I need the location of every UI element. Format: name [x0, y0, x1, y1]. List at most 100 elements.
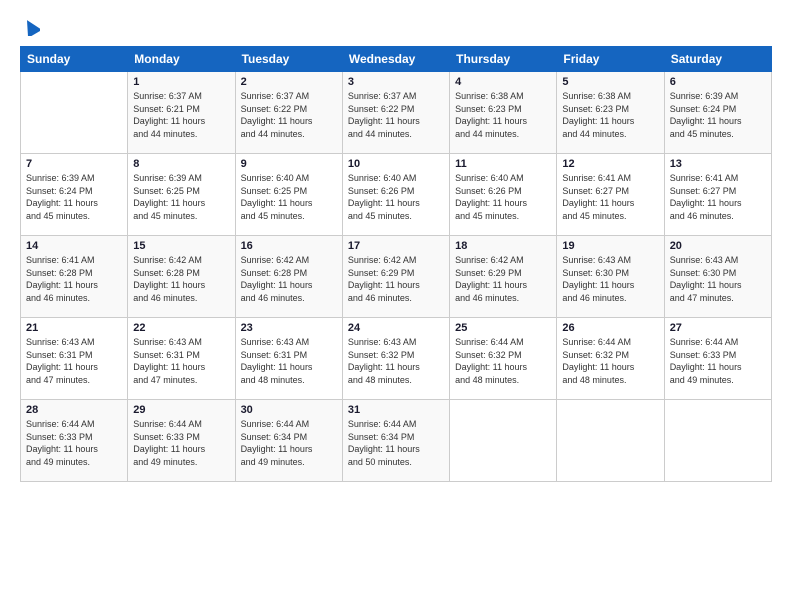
day-cell: 7 Sunrise: 6:39 AM Sunset: 6:24 PM Daylig…: [21, 154, 128, 236]
day-cell: 17 Sunrise: 6:42 AM Sunset: 6:29 PM Dayli…: [342, 236, 449, 318]
day-cell: 3 Sunrise: 6:37 AM Sunset: 6:22 PM Daylig…: [342, 72, 449, 154]
day-number: 19: [562, 240, 658, 252]
day-info: Sunrise: 6:42 AM Sunset: 6:29 PM Dayligh…: [455, 254, 551, 304]
day-info: Sunrise: 6:44 AM Sunset: 6:33 PM Dayligh…: [26, 418, 122, 468]
day-cell: 12Sunrise: 6:41 AM Sunset: 6:27 PM Dayli…: [557, 154, 664, 236]
day-cell: 19 Sunrise: 6:43 AM Sunset: 6:30 PM Dayli…: [557, 236, 664, 318]
weekday-monday: Monday: [128, 47, 235, 72]
day-info: Sunrise: 6:40 AM Sunset: 6:26 PM Dayligh…: [455, 172, 551, 222]
day-info: Sunrise: 6:43 AM Sunset: 6:31 PM Dayligh…: [133, 336, 229, 386]
day-info: Sunrise: 6:44 AM Sunset: 6:33 PM Dayligh…: [133, 418, 229, 468]
day-cell: 29 Sunrise: 6:44 AM Sunset: 6:33 PM Dayli…: [128, 400, 235, 482]
day-number: 18: [455, 240, 551, 252]
day-number: 8: [133, 158, 229, 170]
day-number: 28: [26, 404, 122, 416]
week-row-5: 28 Sunrise: 6:44 AM Sunset: 6:33 PM Dayli…: [21, 400, 772, 482]
week-row-1: 1 Sunrise: 6:37 AM Sunset: 6:21 PM Daylig…: [21, 72, 772, 154]
day-number: 23: [241, 322, 337, 334]
day-cell: 22 Sunrise: 6:43 AM Sunset: 6:31 PM Dayli…: [128, 318, 235, 400]
page: SundayMondayTuesdayWednesdayThursdayFrid…: [0, 0, 792, 612]
day-info: Sunrise: 6:44 AM Sunset: 6:32 PM Dayligh…: [562, 336, 658, 386]
day-number: 5: [562, 76, 658, 88]
day-info: Sunrise: 6:44 AM Sunset: 6:32 PM Dayligh…: [455, 336, 551, 386]
day-cell: 13 Sunrise: 6:41 AM Sunset: 6:27 PM Dayli…: [664, 154, 771, 236]
day-info: Sunrise: 6:42 AM Sunset: 6:28 PM Dayligh…: [241, 254, 337, 304]
weekday-saturday: Saturday: [664, 47, 771, 72]
day-number: 22: [133, 322, 229, 334]
day-cell: 30 Sunrise: 6:44 AM Sunset: 6:34 PM Dayli…: [235, 400, 342, 482]
weekday-thursday: Thursday: [450, 47, 557, 72]
weekday-friday: Friday: [557, 47, 664, 72]
day-info: Sunrise: 6:41 AM Sunset: 6:28 PM Dayligh…: [26, 254, 122, 304]
day-info: Sunrise: 6:37 AM Sunset: 6:22 PM Dayligh…: [348, 90, 444, 140]
day-number: 9: [241, 158, 337, 170]
day-info: Sunrise: 6:40 AM Sunset: 6:26 PM Dayligh…: [348, 172, 444, 222]
weekday-header-row: SundayMondayTuesdayWednesdayThursdayFrid…: [21, 47, 772, 72]
day-number: 29: [133, 404, 229, 416]
day-number: 12: [562, 158, 658, 170]
day-number: 21: [26, 322, 122, 334]
day-cell: 24 Sunrise: 6:43 AM Sunset: 6:32 PM Dayli…: [342, 318, 449, 400]
logo-icon: [22, 18, 40, 36]
week-row-4: 21 Sunrise: 6:43 AM Sunset: 6:31 PM Dayli…: [21, 318, 772, 400]
weekday-wednesday: Wednesday: [342, 47, 449, 72]
day-info: Sunrise: 6:39 AM Sunset: 6:25 PM Dayligh…: [133, 172, 229, 222]
day-info: Sunrise: 6:44 AM Sunset: 6:34 PM Dayligh…: [348, 418, 444, 468]
day-info: Sunrise: 6:41 AM Sunset: 6:27 PM Dayligh…: [670, 172, 766, 222]
day-number: 16: [241, 240, 337, 252]
day-info: Sunrise: 6:43 AM Sunset: 6:31 PM Dayligh…: [241, 336, 337, 386]
day-info: Sunrise: 6:38 AM Sunset: 6:23 PM Dayligh…: [455, 90, 551, 140]
day-cell: 2Sunrise: 6:37 AM Sunset: 6:22 PM Daylig…: [235, 72, 342, 154]
day-number: 6: [670, 76, 766, 88]
day-number: 27: [670, 322, 766, 334]
day-cell: 10Sunrise: 6:40 AM Sunset: 6:26 PM Dayli…: [342, 154, 449, 236]
day-info: Sunrise: 6:43 AM Sunset: 6:30 PM Dayligh…: [670, 254, 766, 304]
day-number: 17: [348, 240, 444, 252]
day-cell: 31Sunrise: 6:44 AM Sunset: 6:34 PM Dayli…: [342, 400, 449, 482]
day-cell: 11Sunrise: 6:40 AM Sunset: 6:26 PM Dayli…: [450, 154, 557, 236]
day-cell: 5Sunrise: 6:38 AM Sunset: 6:23 PM Daylig…: [557, 72, 664, 154]
day-info: Sunrise: 6:44 AM Sunset: 6:34 PM Dayligh…: [241, 418, 337, 468]
week-row-3: 14 Sunrise: 6:41 AM Sunset: 6:28 PM Dayli…: [21, 236, 772, 318]
weekday-sunday: Sunday: [21, 47, 128, 72]
day-cell: [557, 400, 664, 482]
day-number: 24: [348, 322, 444, 334]
day-info: Sunrise: 6:42 AM Sunset: 6:29 PM Dayligh…: [348, 254, 444, 304]
day-cell: 21Sunrise: 6:43 AM Sunset: 6:31 PM Dayli…: [21, 318, 128, 400]
day-number: 26: [562, 322, 658, 334]
day-number: 4: [455, 76, 551, 88]
day-cell: 18 Sunrise: 6:42 AM Sunset: 6:29 PM Dayli…: [450, 236, 557, 318]
day-cell: 27 Sunrise: 6:44 AM Sunset: 6:33 PM Dayli…: [664, 318, 771, 400]
day-cell: 25 Sunrise: 6:44 AM Sunset: 6:32 PM Dayli…: [450, 318, 557, 400]
day-info: Sunrise: 6:43 AM Sunset: 6:30 PM Dayligh…: [562, 254, 658, 304]
day-cell: 6 Sunrise: 6:39 AM Sunset: 6:24 PM Daylig…: [664, 72, 771, 154]
day-number: 20: [670, 240, 766, 252]
day-number: 2: [241, 76, 337, 88]
day-info: Sunrise: 6:40 AM Sunset: 6:25 PM Dayligh…: [241, 172, 337, 222]
day-number: 13: [670, 158, 766, 170]
day-info: Sunrise: 6:39 AM Sunset: 6:24 PM Dayligh…: [670, 90, 766, 140]
day-cell: 9 Sunrise: 6:40 AM Sunset: 6:25 PM Daylig…: [235, 154, 342, 236]
day-info: Sunrise: 6:43 AM Sunset: 6:32 PM Dayligh…: [348, 336, 444, 386]
day-number: 25: [455, 322, 551, 334]
day-cell: 20 Sunrise: 6:43 AM Sunset: 6:30 PM Dayli…: [664, 236, 771, 318]
day-info: Sunrise: 6:39 AM Sunset: 6:24 PM Dayligh…: [26, 172, 122, 222]
day-number: 7: [26, 158, 122, 170]
calendar-table: SundayMondayTuesdayWednesdayThursdayFrid…: [20, 46, 772, 482]
calendar-body: 1 Sunrise: 6:37 AM Sunset: 6:21 PM Daylig…: [21, 72, 772, 482]
day-number: 30: [241, 404, 337, 416]
day-cell: 1 Sunrise: 6:37 AM Sunset: 6:21 PM Daylig…: [128, 72, 235, 154]
weekday-tuesday: Tuesday: [235, 47, 342, 72]
day-cell: [450, 400, 557, 482]
day-cell: 28 Sunrise: 6:44 AM Sunset: 6:33 PM Dayli…: [21, 400, 128, 482]
day-number: 14: [26, 240, 122, 252]
day-number: 3: [348, 76, 444, 88]
day-cell: 4 Sunrise: 6:38 AM Sunset: 6:23 PM Daylig…: [450, 72, 557, 154]
day-cell: [21, 72, 128, 154]
day-info: Sunrise: 6:37 AM Sunset: 6:21 PM Dayligh…: [133, 90, 229, 140]
day-info: Sunrise: 6:44 AM Sunset: 6:33 PM Dayligh…: [670, 336, 766, 386]
day-cell: 14 Sunrise: 6:41 AM Sunset: 6:28 PM Dayli…: [21, 236, 128, 318]
header: [20, 18, 772, 36]
day-info: Sunrise: 6:42 AM Sunset: 6:28 PM Dayligh…: [133, 254, 229, 304]
day-number: 1: [133, 76, 229, 88]
